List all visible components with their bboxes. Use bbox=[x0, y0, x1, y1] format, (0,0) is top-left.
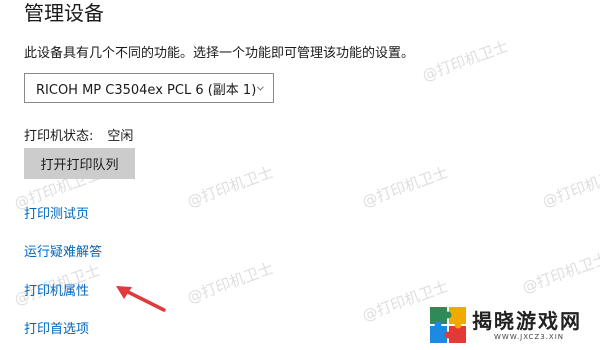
device-select-value: RICOH MP C3504ex PCL 6 (副本 1) bbox=[36, 82, 257, 98]
logo-brand: 揭晓游戏网 bbox=[472, 309, 582, 333]
run-troubleshooter-link[interactable]: 运行疑难解答 bbox=[24, 241, 102, 260]
printer-status: 打印机状态: 空闲 bbox=[24, 125, 133, 144]
red-arrow-annotation bbox=[116, 286, 166, 312]
logo-url: WWW.JXCZ3.XIN bbox=[494, 333, 564, 341]
open-print-queue-button[interactable]: 打开打印队列 bbox=[24, 148, 135, 179]
site-logo: 揭晓游戏网 WWW.JXCZ3.XIN bbox=[428, 300, 600, 350]
device-select[interactable]: RICOH MP C3504ex PCL 6 (副本 1) bbox=[24, 73, 274, 103]
page-description: 此设备具有几个不同的功能。选择一个功能即可管理该功能的设置。 bbox=[24, 46, 415, 61]
puzzle-logo-icon bbox=[430, 307, 466, 343]
watermark: @打印机卫士 bbox=[419, 37, 511, 85]
printer-properties-link[interactable]: 打印机属性 bbox=[24, 280, 89, 299]
print-test-page-link[interactable]: 打印测试页 bbox=[24, 203, 89, 222]
watermark: @打印机卫士 bbox=[539, 163, 600, 211]
watermark: @打印机卫士 bbox=[519, 249, 600, 297]
page-title: 管理设备 bbox=[24, 1, 104, 25]
logo-text: 揭晓游戏网 WWW.JXCZ3.XIN bbox=[472, 309, 582, 341]
status-value: 空闲 bbox=[107, 129, 134, 144]
status-label: 打印机状态: bbox=[24, 129, 94, 144]
watermark: @打印机卫士 bbox=[359, 163, 451, 211]
printing-preferences-link[interactable]: 打印首选项 bbox=[24, 318, 89, 337]
settings-page: @打印机卫士 @打印机卫士 @打印机卫士 @打印机卫士 @打印机卫士 @打印机卫… bbox=[0, 0, 600, 350]
chevron-down-icon bbox=[257, 86, 265, 91]
watermark: @打印机卫士 bbox=[184, 163, 276, 211]
watermark: @打印机卫士 bbox=[184, 259, 276, 307]
